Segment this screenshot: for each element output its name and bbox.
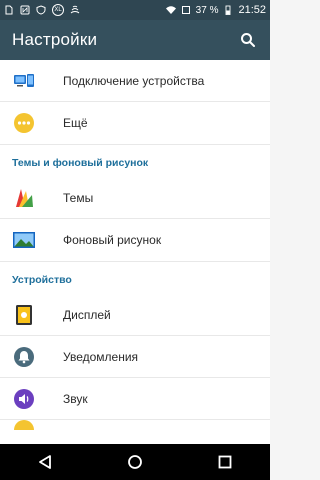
display-icon xyxy=(12,303,36,327)
device-connection-icon xyxy=(12,69,36,93)
app-bar: Настройки xyxy=(0,20,270,60)
back-button[interactable] xyxy=(25,447,65,477)
themes-icon xyxy=(12,186,36,210)
recents-icon xyxy=(218,455,232,469)
status-left-icons: XL xyxy=(4,4,80,16)
settings-item-label: Фоновый рисунок xyxy=(63,233,162,247)
back-icon xyxy=(39,455,51,469)
settings-list: Подключение устройства Ещё Темы и фоновы… xyxy=(0,60,270,444)
sound-icon xyxy=(12,387,36,411)
settings-item-device-connection[interactable]: Подключение устройства xyxy=(0,60,270,102)
section-header-device: Устройство xyxy=(0,261,270,294)
settings-item-display[interactable]: Дисплей xyxy=(0,294,270,336)
sim-icon xyxy=(5,5,13,15)
home-icon xyxy=(128,455,142,469)
settings-item-notifications[interactable]: Уведомления xyxy=(0,336,270,378)
partial-icon xyxy=(12,420,36,444)
nfc-icon xyxy=(20,5,30,15)
home-button[interactable] xyxy=(115,447,155,477)
clock: 21:52 xyxy=(238,4,266,16)
xl-badge: XL xyxy=(52,4,64,16)
navigation-bar xyxy=(0,444,270,480)
settings-item-label: Уведомления xyxy=(63,349,139,364)
page-title: Настройки xyxy=(12,30,98,49)
settings-item-label: Звук xyxy=(63,391,88,406)
settings-item-themes[interactable]: Темы xyxy=(0,177,270,219)
battery-percent: 37 % xyxy=(195,4,219,16)
settings-item-label: Ещё xyxy=(63,116,88,130)
more-icon xyxy=(12,111,36,135)
settings-item-label: Подключение устройства xyxy=(63,73,205,88)
settings-item-sound[interactable]: Звук xyxy=(0,378,270,420)
wifi-icon xyxy=(165,6,176,14)
status-bar: XL 37 % 21:52 xyxy=(0,0,270,20)
settings-item-label: Дисплей xyxy=(63,307,111,322)
notifications-icon xyxy=(12,345,36,369)
settings-item-label: Темы xyxy=(63,190,94,205)
wallpaper-icon xyxy=(12,228,36,252)
battery-icon xyxy=(226,5,231,15)
settings-item-wallpaper[interactable]: Фоновый рисунок xyxy=(0,219,270,261)
recents-button[interactable] xyxy=(205,447,245,477)
search-button[interactable] xyxy=(238,30,258,50)
shield-icon xyxy=(36,5,46,15)
search-icon xyxy=(241,33,255,47)
settings-item-more[interactable]: Ещё xyxy=(0,102,270,144)
settings-item-partial[interactable] xyxy=(0,420,270,444)
section-header-themes: Темы и фоновый рисунок xyxy=(0,144,270,177)
battery-saver-icon xyxy=(181,6,190,14)
signal-waves-icon xyxy=(70,5,80,14)
status-right-icons: 37 % 21:52 xyxy=(165,4,266,16)
